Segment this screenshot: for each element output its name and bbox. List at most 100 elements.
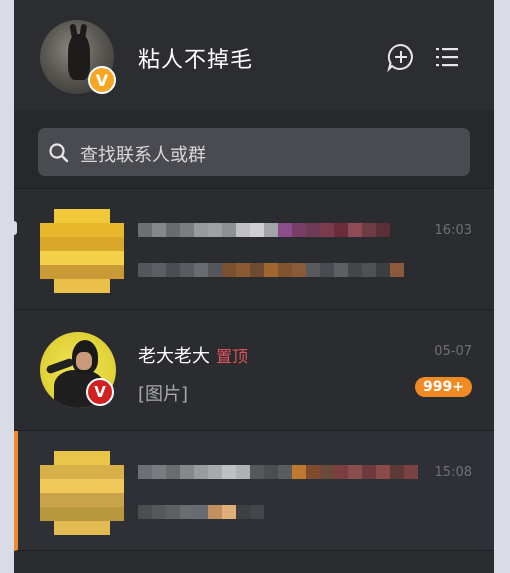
mosaic-cell bbox=[54, 251, 68, 265]
mosaic-cell bbox=[40, 279, 54, 293]
mosaic-cell bbox=[334, 465, 348, 479]
mosaic-cell bbox=[208, 505, 222, 519]
mosaic-cell bbox=[236, 505, 250, 519]
mosaic-cell bbox=[110, 507, 124, 521]
mosaic-cell bbox=[250, 465, 264, 479]
mosaic-cell bbox=[334, 263, 348, 277]
profile-header: V 粘人不掉毛 bbox=[14, 0, 494, 110]
mosaic-cell bbox=[194, 505, 208, 519]
mosaic-cell bbox=[348, 223, 362, 237]
mosaic-cell bbox=[348, 465, 362, 479]
mosaic-cell bbox=[82, 265, 96, 279]
search-icon bbox=[48, 142, 70, 164]
mosaic-cell bbox=[68, 251, 82, 265]
mosaic-cell bbox=[40, 465, 54, 479]
mosaic-cell bbox=[40, 223, 54, 237]
mosaic-cell bbox=[110, 223, 124, 237]
mosaic-cell bbox=[82, 479, 96, 493]
mosaic-cell bbox=[264, 223, 278, 237]
mosaic-cell bbox=[348, 263, 362, 277]
mosaic-cell bbox=[152, 505, 166, 519]
mosaic-cell bbox=[68, 451, 82, 465]
mosaic-cell bbox=[68, 209, 82, 223]
conversation-item-selected[interactable]: 15:08 bbox=[14, 431, 494, 551]
mosaic-cell bbox=[68, 237, 82, 251]
mosaic-cell bbox=[180, 263, 194, 277]
mosaic-cell bbox=[82, 237, 96, 251]
mosaic-cell bbox=[54, 465, 68, 479]
mosaic-cell bbox=[362, 465, 376, 479]
mosaic-cell bbox=[96, 265, 110, 279]
conversation-time: 16:03 bbox=[434, 223, 472, 238]
mosaic-cell bbox=[40, 209, 54, 223]
mosaic-cell bbox=[376, 263, 390, 277]
mosaic-cell bbox=[320, 263, 334, 277]
mosaic-cell bbox=[96, 223, 110, 237]
mosaic-cell bbox=[180, 505, 194, 519]
mosaic-cell bbox=[208, 223, 222, 237]
blurred-avatar bbox=[40, 209, 124, 293]
mosaic-cell bbox=[40, 265, 54, 279]
conversation-time: 05-07 bbox=[434, 344, 472, 359]
mosaic-cell bbox=[68, 265, 82, 279]
mosaic-cell bbox=[96, 451, 110, 465]
mosaic-cell bbox=[236, 223, 250, 237]
mosaic-cell bbox=[320, 465, 334, 479]
search-input[interactable]: 查找联系人或群 bbox=[38, 128, 470, 176]
mosaic-cell bbox=[222, 505, 236, 519]
mosaic-cell bbox=[264, 263, 278, 277]
verified-badge-icon: V bbox=[86, 378, 114, 406]
mosaic-cell bbox=[376, 223, 390, 237]
mosaic-cell bbox=[54, 237, 68, 251]
mosaic-cell bbox=[82, 521, 96, 535]
mosaic-cell bbox=[208, 263, 222, 277]
mosaic-cell bbox=[54, 479, 68, 493]
new-chat-icon[interactable] bbox=[386, 42, 416, 73]
mosaic-cell bbox=[152, 465, 166, 479]
mosaic-cell bbox=[110, 251, 124, 265]
username[interactable]: 粘人不掉毛 bbox=[138, 42, 253, 74]
mosaic-cell bbox=[306, 465, 320, 479]
pinned-tag: 置顶 bbox=[216, 347, 249, 366]
conversation-item-pinned[interactable]: V 老大老大 置顶 [图片] 05-07 999+ bbox=[14, 310, 494, 431]
mosaic-cell bbox=[110, 279, 124, 293]
mosaic-cell bbox=[96, 251, 110, 265]
search-area: 查找联系人或群 bbox=[14, 110, 494, 189]
mosaic-cell bbox=[54, 209, 68, 223]
blurred-avatar bbox=[40, 451, 124, 535]
mosaic-cell bbox=[110, 451, 124, 465]
mosaic-cell bbox=[96, 521, 110, 535]
mosaic-cell bbox=[376, 465, 390, 479]
mosaic-cell bbox=[82, 223, 96, 237]
mosaic-cell bbox=[236, 263, 250, 277]
mosaic-cell bbox=[152, 223, 166, 237]
mosaic-cell bbox=[54, 265, 68, 279]
mosaic-cell bbox=[180, 465, 194, 479]
mosaic-cell bbox=[236, 465, 250, 479]
mosaic-cell bbox=[110, 479, 124, 493]
mosaic-cell bbox=[208, 465, 222, 479]
mosaic-cell bbox=[110, 493, 124, 507]
mosaic-cell bbox=[40, 521, 54, 535]
conversation-panel: V 粘人不掉毛 查找联系人或群 16:03 V 老大老大 置顶 [图片] 05-… bbox=[14, 0, 494, 573]
mosaic-cell bbox=[194, 263, 208, 277]
menu-list-icon[interactable] bbox=[432, 42, 462, 72]
mosaic-cell bbox=[82, 451, 96, 465]
mosaic-cell bbox=[250, 263, 264, 277]
mosaic-cell bbox=[96, 209, 110, 223]
mosaic-cell bbox=[166, 465, 180, 479]
conversation-item[interactable]: 16:03 bbox=[14, 189, 494, 310]
mosaic-cell bbox=[152, 263, 166, 277]
mosaic-cell bbox=[250, 223, 264, 237]
mosaic-cell bbox=[40, 451, 54, 465]
mosaic-cell bbox=[40, 251, 54, 265]
blurred-name bbox=[138, 465, 418, 479]
unread-badge: 999+ bbox=[415, 377, 472, 397]
mosaic-cell bbox=[68, 279, 82, 293]
mosaic-cell bbox=[110, 465, 124, 479]
mosaic-cell bbox=[82, 507, 96, 521]
mosaic-cell bbox=[334, 223, 348, 237]
mosaic-cell bbox=[390, 263, 404, 277]
mosaic-cell bbox=[82, 493, 96, 507]
mosaic-cell bbox=[362, 263, 376, 277]
